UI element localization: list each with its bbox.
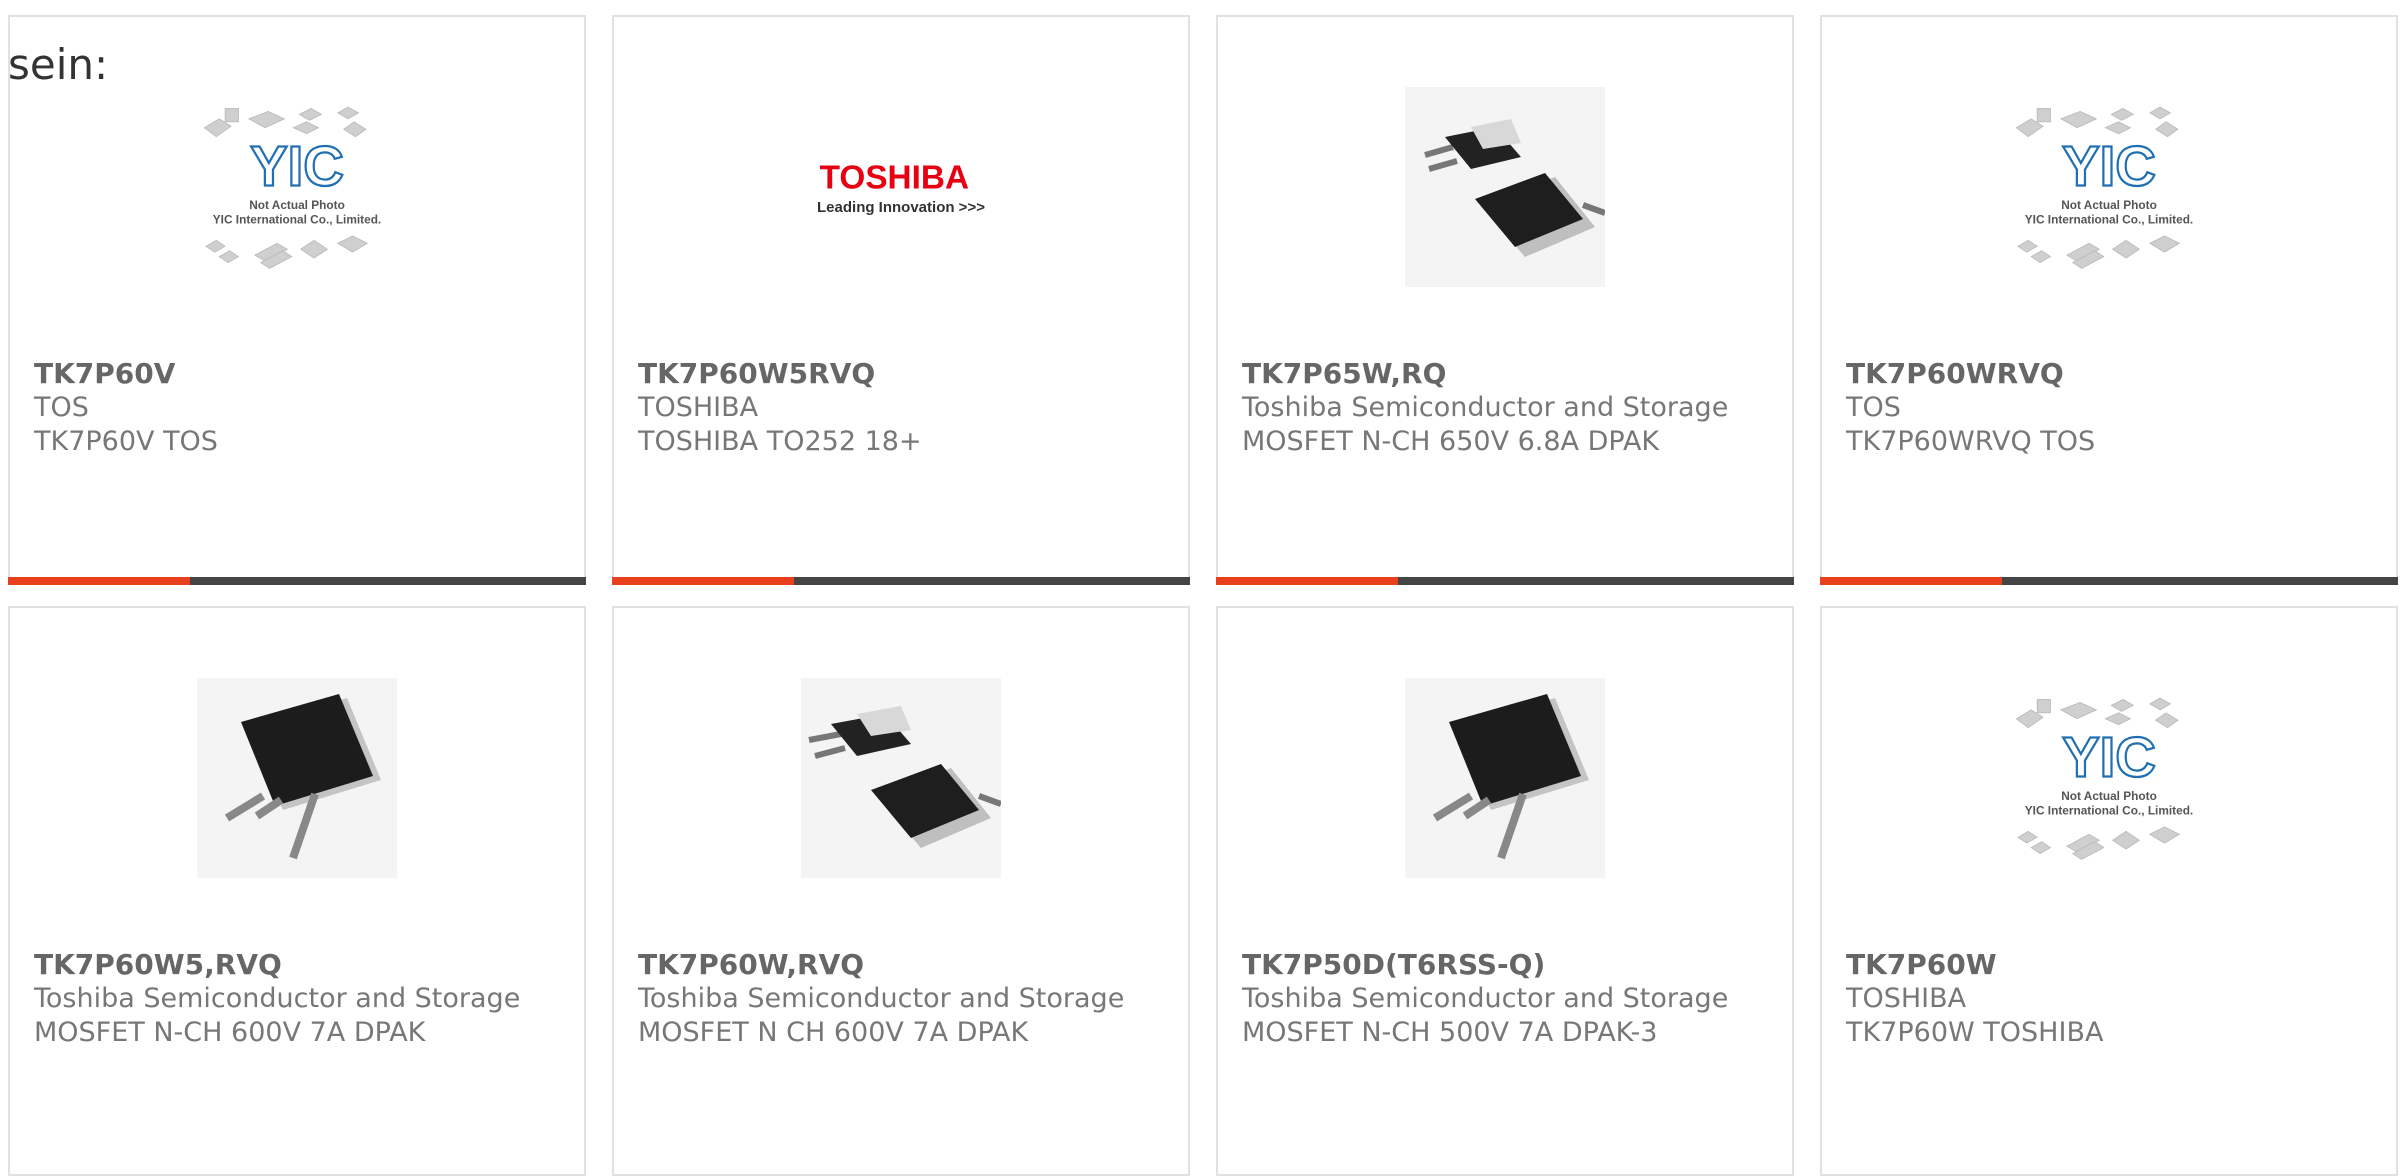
toshiba-logo-image[interactable]: TOSHIBA Leading Innovation >>> xyxy=(801,87,1001,287)
product-description: TK7P60V TOS xyxy=(34,426,218,457)
placeholder-line1: Not Actual Photo xyxy=(2061,198,2157,212)
part-number[interactable]: TK7P60W5RVQ xyxy=(638,357,1148,391)
prefix-text: sein: xyxy=(8,40,109,89)
brand-name: TOS xyxy=(1846,392,1901,423)
placeholder-image[interactable]: YIC Not Actual Photo YIC International C… xyxy=(2009,678,2209,878)
product-card[interactable]: YIC Not Actual Photo YIC International C… xyxy=(1820,15,2398,585)
brand-name: Toshiba Semiconductor and Storage xyxy=(34,983,521,1014)
dpak-pair-image[interactable] xyxy=(1405,87,1605,287)
yic-logo: YIC xyxy=(250,135,344,198)
card-bottom-bar xyxy=(8,577,586,585)
card-bottom-bar xyxy=(612,577,1190,585)
product-description: MOSFET N-CH 650V 6.8A DPAK xyxy=(1242,426,1660,457)
brand-name: TOSHIBA xyxy=(638,392,759,423)
card-bottom-bar xyxy=(1820,577,2398,585)
brand-name: TOS xyxy=(34,392,89,423)
accent-strip xyxy=(8,577,190,585)
product-description: MOSFET N-CH 500V 7A DPAK-3 xyxy=(1242,1017,1658,1048)
dpak-pair-image[interactable] xyxy=(801,678,1001,878)
product-card[interactable]: TOSHIBA Leading Innovation >>> TK7P60W5R… xyxy=(612,15,1190,585)
product-info: TK7P60W TOSHIBA TK7P60W TOSHIBA xyxy=(1846,948,2356,1050)
yic-logo: YIC xyxy=(2062,135,2156,198)
placeholder-line2: YIC International Co., Limited. xyxy=(213,212,381,226)
toshiba-tagline: Leading Innovation >>> xyxy=(817,199,985,216)
dpak-single-image[interactable] xyxy=(1405,678,1605,878)
brand-name: Toshiba Semiconductor and Storage xyxy=(1242,983,1729,1014)
part-number[interactable]: TK7P65W,RQ xyxy=(1242,357,1752,391)
dpak-single-image[interactable] xyxy=(197,678,397,878)
part-number[interactable]: TK7P50D(T6RSS-Q) xyxy=(1242,948,1752,982)
accent-strip xyxy=(1820,577,2002,585)
product-info: TK7P60V TOS TK7P60V TOS xyxy=(34,357,544,459)
placeholder-image[interactable]: YIC Not Actual Photo YIC International C… xyxy=(197,87,397,287)
placeholder-line1: Not Actual Photo xyxy=(249,198,345,212)
product-description: MOSFET N-CH 600V 7A DPAK xyxy=(34,1017,426,1048)
part-number[interactable]: TK7P60W xyxy=(1846,948,2356,982)
product-info: TK7P60W,RVQ Toshiba Semiconductor and St… xyxy=(638,948,1148,1050)
accent-strip xyxy=(612,577,794,585)
product-description: TOSHIBA TO252 18+ xyxy=(638,426,922,457)
product-card[interactable]: YIC Not Actual Photo YIC International C… xyxy=(8,15,586,585)
product-card[interactable]: TK7P50D(T6RSS-Q) Toshiba Semiconductor a… xyxy=(1216,606,1794,1176)
accent-strip xyxy=(1216,577,1398,585)
yic-logo: YIC xyxy=(2062,726,2156,789)
placeholder-line2: YIC International Co., Limited. xyxy=(2025,803,2193,817)
brand-name: Toshiba Semiconductor and Storage xyxy=(638,983,1125,1014)
product-info: TK7P60WRVQ TOS TK7P60WRVQ TOS xyxy=(1846,357,2356,459)
product-description: MOSFET N CH 600V 7A DPAK xyxy=(638,1017,1029,1048)
toshiba-wordmark: TOSHIBA xyxy=(820,160,969,197)
product-card[interactable]: YIC Not Actual Photo YIC International C… xyxy=(1820,606,2398,1176)
product-info: TK7P65W,RQ Toshiba Semiconductor and Sto… xyxy=(1242,357,1752,459)
part-number[interactable]: TK7P60WRVQ xyxy=(1846,357,2356,391)
part-number[interactable]: TK7P60W,RVQ xyxy=(638,948,1148,982)
product-card[interactable]: TK7P65W,RQ Toshiba Semiconductor and Sto… xyxy=(1216,15,1794,585)
product-info: TK7P60W5,RVQ Toshiba Semiconductor and S… xyxy=(34,948,544,1050)
product-info: TK7P60W5RVQ TOSHIBA TOSHIBA TO252 18+ xyxy=(638,357,1148,459)
part-number[interactable]: TK7P60V xyxy=(34,357,544,391)
placeholder-image[interactable]: YIC Not Actual Photo YIC International C… xyxy=(2009,87,2209,287)
product-description: TK7P60W TOSHIBA xyxy=(1846,1017,2104,1048)
part-number[interactable]: TK7P60W5,RVQ xyxy=(34,948,544,982)
product-info: TK7P50D(T6RSS-Q) Toshiba Semiconductor a… xyxy=(1242,948,1752,1050)
placeholder-line2: YIC International Co., Limited. xyxy=(2025,212,2193,226)
product-card[interactable]: TK7P60W,RVQ Toshiba Semiconductor and St… xyxy=(612,606,1190,1176)
placeholder-line1: Not Actual Photo xyxy=(2061,789,2157,803)
product-description: TK7P60WRVQ TOS xyxy=(1846,426,2096,457)
card-bottom-bar xyxy=(1216,577,1794,585)
brand-name: Toshiba Semiconductor and Storage xyxy=(1242,392,1729,423)
brand-name: TOSHIBA xyxy=(1846,983,1967,1014)
product-card[interactable]: TK7P60W5,RVQ Toshiba Semiconductor and S… xyxy=(8,606,586,1176)
